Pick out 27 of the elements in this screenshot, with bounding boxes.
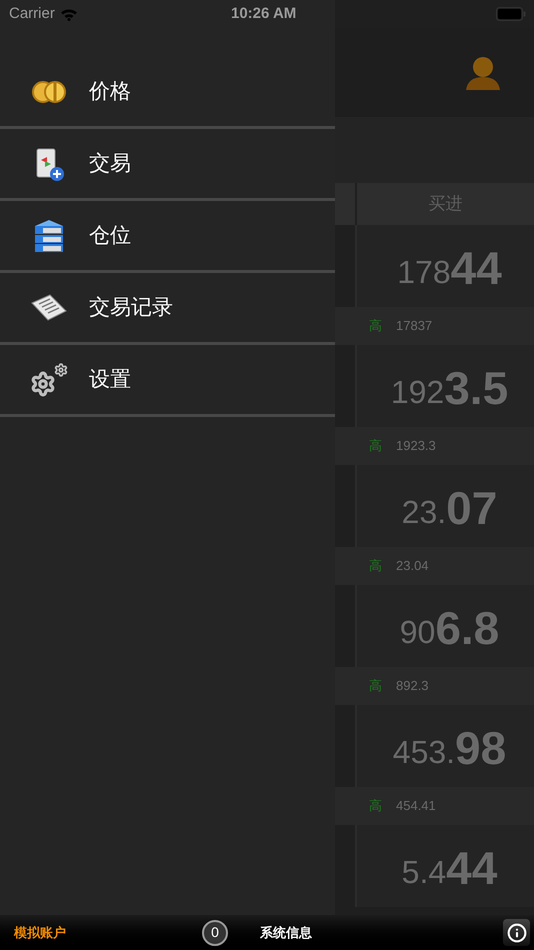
high-label: 高 bbox=[369, 677, 382, 696]
price-cell: 5.444 bbox=[357, 825, 534, 907]
info-button[interactable] bbox=[503, 919, 530, 946]
high-label: 高 bbox=[369, 437, 382, 456]
battery-icon bbox=[496, 7, 526, 21]
wifi-icon bbox=[60, 8, 78, 20]
high-value: 1923.3 bbox=[396, 437, 436, 456]
gear-icon bbox=[30, 362, 68, 396]
carrier-label: Carrier bbox=[9, 4, 55, 24]
paper-icon bbox=[30, 292, 68, 322]
price-cell: 453.98 bbox=[357, 705, 534, 787]
price-cell: 17844 bbox=[357, 225, 534, 307]
price-cell: 906.8 bbox=[357, 585, 534, 667]
high-value: 454.41 bbox=[396, 797, 436, 816]
system-info-label[interactable]: 系统信息 bbox=[260, 922, 312, 942]
message-count-badge[interactable]: 0 bbox=[202, 920, 228, 946]
account-label: 模拟账户 bbox=[14, 924, 66, 942]
high-label: 高 bbox=[369, 557, 382, 576]
price-cell: 23.07 bbox=[357, 465, 534, 547]
high-value: 892.3 bbox=[396, 677, 429, 696]
price-cell: 1923.5 bbox=[357, 345, 534, 427]
user-icon[interactable] bbox=[464, 54, 502, 90]
high-label: 高 bbox=[369, 797, 382, 816]
high-value: 17837 bbox=[396, 317, 432, 336]
high-value: 23.04 bbox=[396, 557, 429, 576]
time-label: 10:26 AM bbox=[231, 4, 296, 24]
high-label: 高 bbox=[369, 317, 382, 336]
